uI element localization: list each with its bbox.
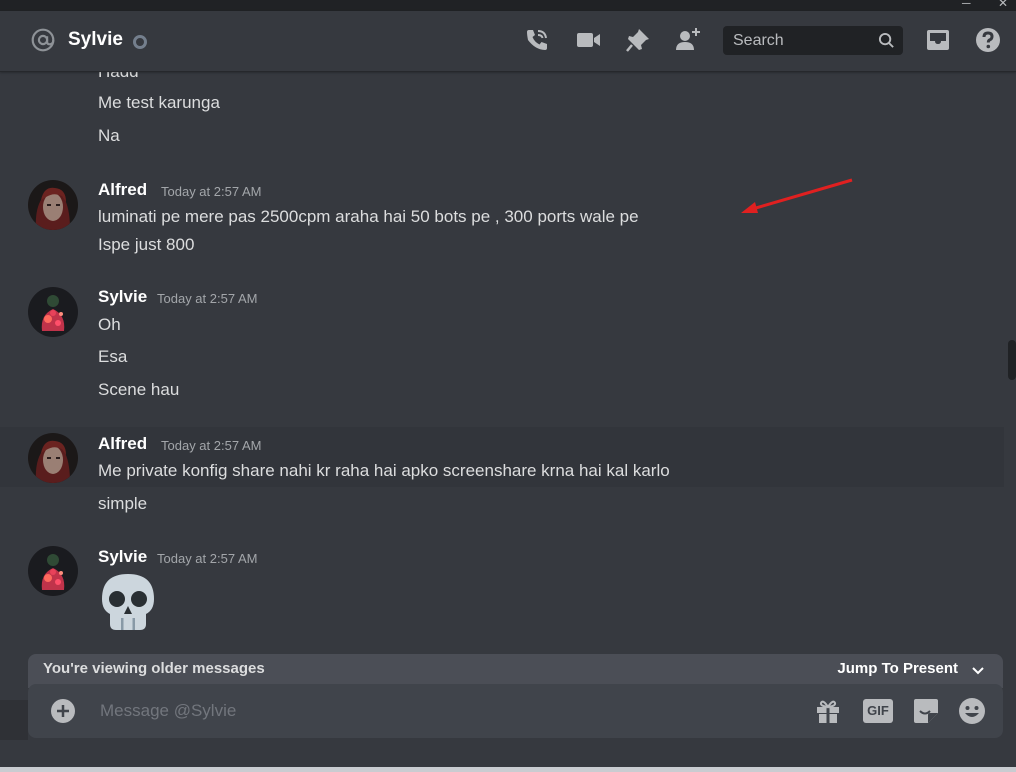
- message-line: Esa: [98, 347, 128, 366]
- message-line: luminati pe mere pas 2500cpm araha hai 5…: [98, 207, 639, 226]
- at-icon: [31, 28, 55, 52]
- message-group: Sylvie Today at 2:57 AM Oh Esa Scene hau: [0, 279, 1004, 409]
- gif-label: GIF: [867, 703, 889, 718]
- message-line: Scene hau: [98, 380, 180, 399]
- message-line: Oh: [98, 315, 121, 334]
- message-group: Alfred Today at 2:57 AM Me private konfi…: [0, 427, 1004, 522]
- sidebar-edge: [0, 700, 28, 740]
- jump-to-present-button[interactable]: Jump To Present: [837, 660, 958, 677]
- chevron-down-icon[interactable]: [971, 664, 985, 678]
- status-offline-icon: [133, 35, 147, 49]
- gift-icon[interactable]: [813, 696, 843, 726]
- inbox-icon[interactable]: [924, 26, 952, 54]
- voice-call-icon[interactable]: [523, 26, 551, 54]
- message-group: Sylvie Today at 2:57 AM: [0, 540, 1004, 654]
- message-timestamp: Today at 2:57 AM: [161, 184, 262, 199]
- channel-header: Sylvie: [0, 11, 1016, 72]
- window-bottom: [0, 740, 1016, 772]
- message-composer: GIF: [28, 684, 1003, 738]
- message-line: Me test karunga: [98, 93, 220, 112]
- annotation-arrow: [741, 178, 853, 213]
- message-timestamp: Today at 2:57 AM: [157, 291, 258, 306]
- older-messages-label: You're viewing older messages: [43, 660, 265, 677]
- message-author[interactable]: Alfred: [98, 434, 147, 454]
- avatar[interactable]: [28, 546, 78, 596]
- pin-icon[interactable]: [624, 26, 652, 54]
- sticker-icon[interactable]: [911, 696, 941, 726]
- add-attachment-icon[interactable]: [50, 698, 76, 724]
- message-line: simple: [98, 494, 148, 513]
- message-timestamp: Today at 2:57 AM: [157, 551, 258, 566]
- avatar[interactable]: [28, 180, 78, 230]
- gif-icon[interactable]: GIF: [863, 699, 893, 723]
- message-input[interactable]: [98, 699, 782, 727]
- message-line: Me private konfig share nahi kr raha hai…: [98, 461, 670, 480]
- skull-emoji: [102, 574, 154, 630]
- message-author[interactable]: Alfred: [98, 180, 147, 200]
- emoji-icon[interactable]: [957, 696, 987, 726]
- message-line: Na: [98, 126, 120, 145]
- search-input[interactable]: [731, 30, 875, 52]
- message-timestamp: Today at 2:57 AM: [161, 438, 262, 453]
- older-messages-bar: You're viewing older messages Jump To Pr…: [28, 654, 1003, 688]
- message-author[interactable]: Sylvie: [98, 287, 147, 307]
- minimize-button[interactable]: ─: [962, 0, 971, 9]
- video-call-icon[interactable]: [574, 26, 602, 54]
- message-line: Hadd: [98, 72, 139, 82]
- close-button[interactable]: ✕: [998, 0, 1008, 9]
- avatar[interactable]: [28, 287, 78, 337]
- add-friend-icon[interactable]: [674, 26, 702, 54]
- search-icon: [878, 32, 894, 48]
- search-bar[interactable]: [723, 26, 903, 55]
- scrollbar-thumb[interactable]: [1008, 340, 1016, 380]
- page-title: Sylvie: [68, 29, 123, 50]
- window-border: [0, 767, 1016, 772]
- help-icon[interactable]: [974, 26, 1002, 54]
- window-titlebar: ─ ✕: [0, 0, 1016, 11]
- message-line: Ispe just 800: [98, 235, 195, 254]
- message-list[interactable]: Hadd Me test karunga Na Alfred Today at …: [0, 72, 1004, 654]
- avatar[interactable]: [28, 433, 78, 483]
- message-author[interactable]: Sylvie: [98, 547, 147, 567]
